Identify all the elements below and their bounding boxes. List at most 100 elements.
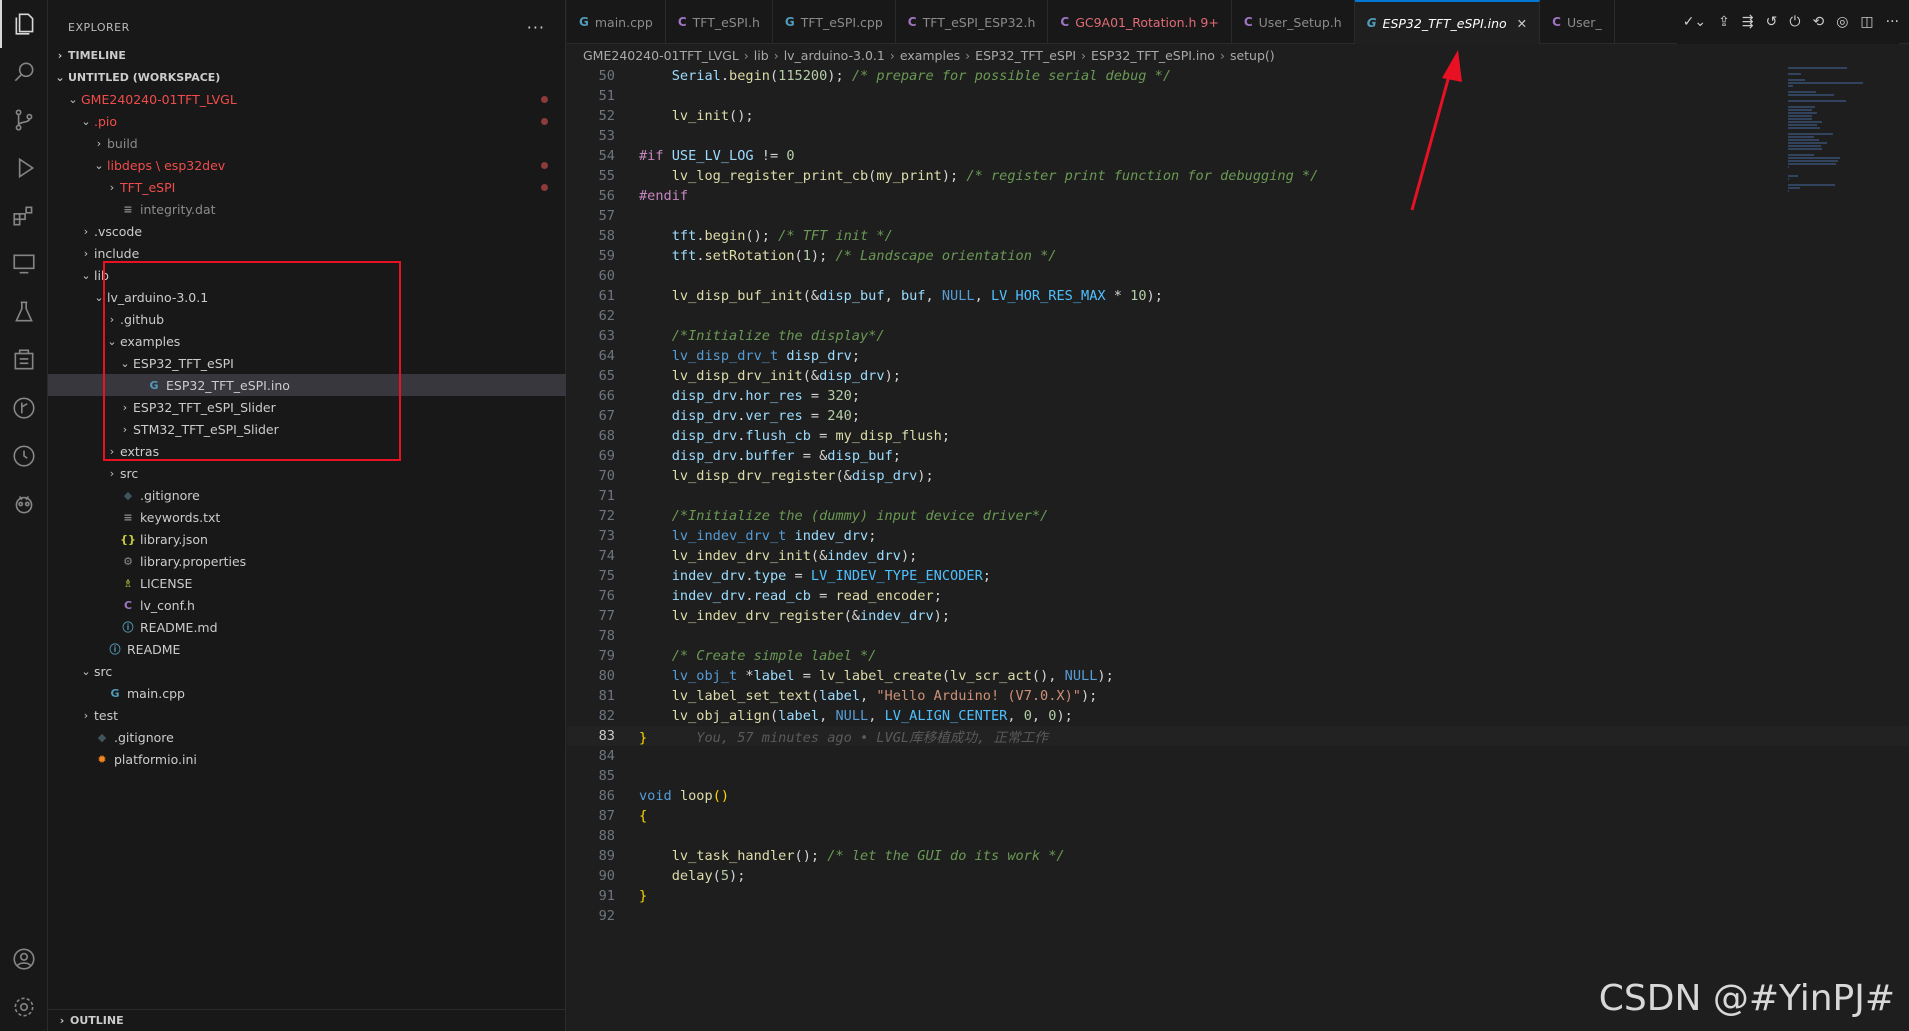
- workspace-section[interactable]: ⌄ UNTITLED (WORKSPACE): [48, 66, 566, 88]
- code-line[interactable]: 52 lv_init();: [567, 106, 1909, 126]
- code-line[interactable]: 74 lv_indev_drv_init(&indev_drv);: [567, 546, 1909, 566]
- tree-item[interactable]: ✹ platformio.ini: [48, 748, 566, 770]
- code-line[interactable]: 51: [567, 86, 1909, 106]
- code-line[interactable]: 54 #if USE_LV_LOG != 0: [567, 146, 1909, 166]
- tree-item[interactable]: Clv_conf.h: [48, 594, 566, 616]
- code-line[interactable]: 53: [567, 126, 1909, 146]
- minimap[interactable]: [1788, 66, 1898, 266]
- code-line[interactable]: 92: [567, 906, 1909, 926]
- docker-icon[interactable]: [0, 336, 48, 384]
- tree-item[interactable]: ≡ keywords.txt: [48, 506, 566, 528]
- run-debug-icon[interactable]: [0, 144, 48, 192]
- extensions-icon[interactable]: [0, 192, 48, 240]
- more-actions-button[interactable]: ···: [527, 18, 545, 37]
- tree-item[interactable]: › include: [48, 242, 566, 264]
- editor-action-button[interactable]: ⟲: [1812, 14, 1824, 30]
- editor-action-button[interactable]: ⇪: [1718, 14, 1730, 30]
- code-editor[interactable]: 50 Serial.begin(115200); /* prepare for …: [567, 66, 1909, 1031]
- tree-item[interactable]: ⌄ libdeps \ esp32dev: [48, 154, 566, 176]
- code-line[interactable]: 65 lv_disp_drv_init(&disp_drv);: [567, 366, 1909, 386]
- tree-item[interactable]: G ESP32_TFT_eSPI.ino: [48, 374, 566, 396]
- code-line[interactable]: 59 tft.setRotation(1); /* Landscape orie…: [567, 246, 1909, 266]
- timeline-section[interactable]: › TIMELINE: [48, 44, 566, 66]
- code-line[interactable]: 69 disp_drv.buffer = &disp_buf;: [567, 446, 1909, 466]
- tree-item[interactable]: ⓘ README.md: [48, 616, 566, 638]
- close-tab-icon[interactable]: ✕: [1517, 16, 1527, 31]
- code-line[interactable]: 63 /*Initialize the display*/: [567, 326, 1909, 346]
- code-line[interactable]: 91}: [567, 886, 1909, 906]
- tree-item[interactable]: {} library.json: [48, 528, 566, 550]
- editor-action-button[interactable]: ⇶: [1742, 14, 1754, 30]
- tree-item[interactable]: › extras: [48, 440, 566, 462]
- code-line[interactable]: 72 /*Initialize the (dummy) input device…: [567, 506, 1909, 526]
- code-line[interactable]: 89 lv_task_handler(); /* let the GUI do …: [567, 846, 1909, 866]
- editor-tab[interactable]: C TFT_eSPI.h: [666, 0, 773, 44]
- timeline-icon[interactable]: [0, 432, 48, 480]
- gitlens-icon[interactable]: [0, 384, 48, 432]
- breadcrumb-item[interactable]: setup(): [1230, 48, 1275, 63]
- breadcrumb-item[interactable]: ESP32_TFT_eSPI.ino: [1091, 48, 1215, 63]
- editor-tab[interactable]: C User_Setup.h: [1232, 0, 1355, 44]
- tree-item[interactable]: ◆ .gitignore: [48, 726, 566, 748]
- editor-tab[interactable]: Gmain.cpp: [567, 0, 666, 44]
- code-line[interactable]: 66 disp_drv.hor_res = 320;: [567, 386, 1909, 406]
- tree-item[interactable]: › STM32_TFT_eSPI_Slider: [48, 418, 566, 440]
- code-line[interactable]: 57: [567, 206, 1909, 226]
- tree-item[interactable]: ◆ .gitignore: [48, 484, 566, 506]
- code-line[interactable]: 90 delay(5);: [567, 866, 1909, 886]
- tree-item[interactable]: ⌄ src: [48, 660, 566, 682]
- testing-icon[interactable]: [0, 288, 48, 336]
- code-line[interactable]: 75 indev_drv.type = LV_INDEV_TYPE_ENCODE…: [567, 566, 1909, 586]
- tree-item[interactable]: › .github: [48, 308, 566, 330]
- editor-tab[interactable]: C User_: [1540, 0, 1615, 44]
- search-icon[interactable]: [0, 48, 48, 96]
- tree-item[interactable]: ⚙ library.properties: [48, 550, 566, 572]
- code-line[interactable]: 71: [567, 486, 1909, 506]
- editor-tab[interactable]: G ESP32_TFT_eSPI.ino ✕: [1354, 0, 1541, 44]
- editor-action-button[interactable]: ↺: [1766, 14, 1778, 30]
- editor-action-button[interactable]: ◎: [1836, 14, 1848, 30]
- editor-tab[interactable]: G TFT_eSPI.cpp: [773, 0, 896, 44]
- code-line[interactable]: 61 lv_disp_buf_init(&disp_buf, buf, NULL…: [567, 286, 1909, 306]
- code-line[interactable]: 86 void loop(): [567, 786, 1909, 806]
- tree-item[interactable]: ⌄ ESP32_TFT_eSPI: [48, 352, 566, 374]
- code-line[interactable]: 84: [567, 746, 1909, 766]
- code-line[interactable]: 83} You, 57 minutes ago • LVGL库移植成功, 正常工…: [567, 726, 1909, 746]
- editor-tab[interactable]: C GC9A01_Rotation.h 9+: [1048, 0, 1232, 44]
- code-line[interactable]: 70 lv_disp_drv_register(&disp_drv);: [567, 466, 1909, 486]
- code-line[interactable]: 78: [567, 626, 1909, 646]
- code-line[interactable]: 80 lv_obj_t *label = lv_label_create(lv_…: [567, 666, 1909, 686]
- code-line[interactable]: 62: [567, 306, 1909, 326]
- code-line[interactable]: 68 disp_drv.flush_cb = my_disp_flush;: [567, 426, 1909, 446]
- outline-section[interactable]: › OUTLINE: [48, 1009, 566, 1031]
- editor-action-button[interactable]: ✓⌄: [1683, 14, 1706, 30]
- tree-item[interactable]: Gmain.cpp: [48, 682, 566, 704]
- breadcrumb-item[interactable]: examples: [900, 48, 960, 63]
- tree-item[interactable]: › .vscode: [48, 220, 566, 242]
- editor-action-button[interactable]: ⏻: [1789, 14, 1800, 30]
- settings-gear-icon[interactable]: [0, 983, 48, 1031]
- code-line[interactable]: 73 lv_indev_drv_t indev_drv;: [567, 526, 1909, 546]
- code-line[interactable]: 82 lv_obj_align(label, NULL, LV_ALIGN_CE…: [567, 706, 1909, 726]
- tree-item[interactable]: › ESP32_TFT_eSPI_Slider: [48, 396, 566, 418]
- editor-action-button[interactable]: ···: [1886, 14, 1899, 30]
- code-line[interactable]: 77 lv_indev_drv_register(&indev_drv);: [567, 606, 1909, 626]
- tree-item[interactable]: ⓘ README: [48, 638, 566, 660]
- tree-item[interactable]: ≡ integrity.dat: [48, 198, 566, 220]
- code-line[interactable]: 85: [567, 766, 1909, 786]
- code-line[interactable]: 55 lv_log_register_print_cb(my_print); /…: [567, 166, 1909, 186]
- code-line[interactable]: 56 #endif: [567, 186, 1909, 206]
- code-line[interactable]: 58 tft.begin(); /* TFT init */: [567, 226, 1909, 246]
- platformio-icon[interactable]: [0, 480, 48, 528]
- breadcrumb-item[interactable]: lib: [754, 48, 769, 63]
- tree-item[interactable]: ⌄ .pio: [48, 110, 566, 132]
- tree-item[interactable]: › TFT_eSPI: [48, 176, 566, 198]
- tree-item[interactable]: › src: [48, 462, 566, 484]
- editor-tab[interactable]: C TFT_eSPI_ESP32.h: [896, 0, 1049, 44]
- account-icon[interactable]: [0, 935, 48, 983]
- tree-item[interactable]: › test: [48, 704, 566, 726]
- tree-item[interactable]: ⌄ examples: [48, 330, 566, 352]
- code-line[interactable]: 64 lv_disp_drv_t disp_drv;: [567, 346, 1909, 366]
- breadcrumb-item[interactable]: GME240240-01TFT_LVGL: [583, 48, 739, 63]
- code-line[interactable]: 76 indev_drv.read_cb = read_encoder;: [567, 586, 1909, 606]
